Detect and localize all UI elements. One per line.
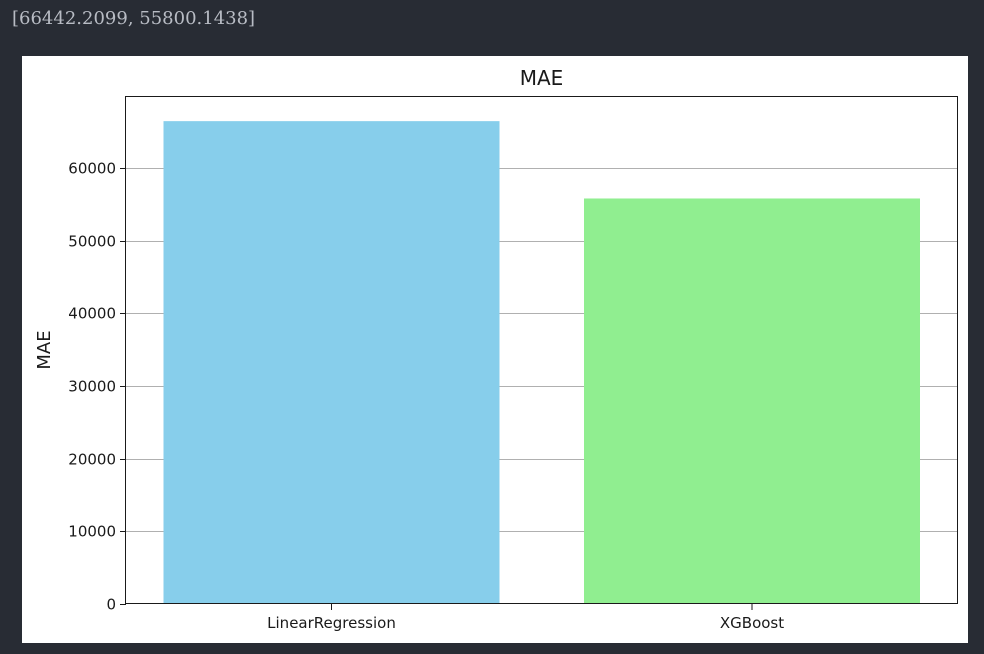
- mae-bar-chart: 0 10000 20000 30000 40000 50000 60000 LinearRe…: [34, 66, 958, 632]
- y-tick-label: 50000: [68, 233, 116, 251]
- y-tick-label: 40000: [68, 305, 116, 323]
- x-tick-label: LinearRegression: [267, 614, 396, 632]
- y-tick-label: 10000: [68, 523, 116, 541]
- y-axis-ticks: 0 10000 20000 30000 40000 50000 60000: [68, 160, 126, 614]
- x-axis-ticks: LinearRegression XGBoost: [267, 604, 784, 632]
- y-axis-label: MAE: [34, 330, 55, 369]
- chart-figure: 0 10000 20000 30000 40000 50000 60000 LinearRe…: [22, 56, 968, 643]
- chart-title: MAE: [520, 66, 564, 90]
- y-tick-label: 60000: [68, 160, 116, 178]
- x-tick-label: XGBoost: [720, 614, 784, 632]
- y-tick-label: 30000: [68, 378, 116, 396]
- y-tick-label: 20000: [68, 451, 116, 469]
- y-tick-label: 0: [106, 596, 116, 614]
- bar-linearregression: [163, 121, 500, 604]
- cell-output-text: [66442.2099, 55800.1438]: [12, 8, 256, 29]
- bar-xgboost: [584, 198, 920, 604]
